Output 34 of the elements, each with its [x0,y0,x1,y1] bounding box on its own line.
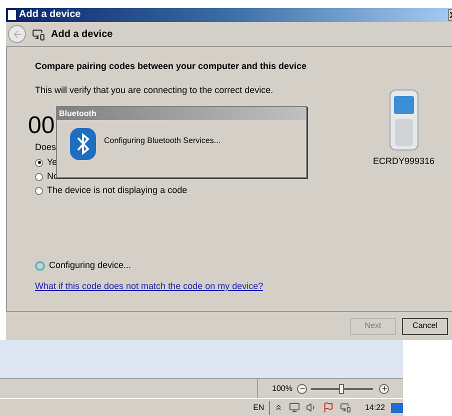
zoom-slider[interactable] [311,384,374,394]
question: Does [35,142,58,153]
chevrons-up-icon[interactable] [274,403,284,412]
clock: 14:22 [364,402,386,414]
dialog-button[interactable]: Cancel [402,318,448,334]
plus-icon [380,385,388,392]
popup-message: Configuring Bluetooth Services... [104,135,221,147]
device-name: ECRDY999316 [373,155,435,168]
nav-title: Add a device [51,28,113,42]
radio-button[interactable] [35,158,43,166]
help-link[interactable]: What if this code does not match the code on my device? [35,281,337,292]
phone-icon [388,89,419,151]
heading: Compare pairing codes between your computer and this device [35,61,308,72]
language-indicator[interactable]: EN [253,402,264,414]
minus-icon [298,385,306,392]
zoom-out-button[interactable] [297,384,308,394]
radio-button[interactable] [35,172,43,180]
zoom-level: 100% [272,382,292,394]
bluetooth-icon [70,128,96,160]
progress-text: Configuring device... [49,260,132,271]
popup-title: Bluetooth [59,108,96,120]
flag-icon[interactable] [323,402,334,413]
radio-button[interactable] [35,186,43,194]
back-icon [12,28,22,40]
slider-thumb[interactable] [339,384,344,394]
zoom-in-button[interactable] [379,384,390,394]
window-title: Add a device [19,10,81,20]
pairing-code: 00 [28,112,55,140]
spinner-icon [35,260,45,270]
network-icon[interactable] [340,402,351,413]
radio-option[interactable]: The device is not displaying a code [35,185,337,196]
subtitle: This will verify that you are connecting to the correct device. [35,85,274,96]
show-desktop-icon[interactable] [391,402,403,412]
monitor-icon[interactable] [289,402,300,413]
